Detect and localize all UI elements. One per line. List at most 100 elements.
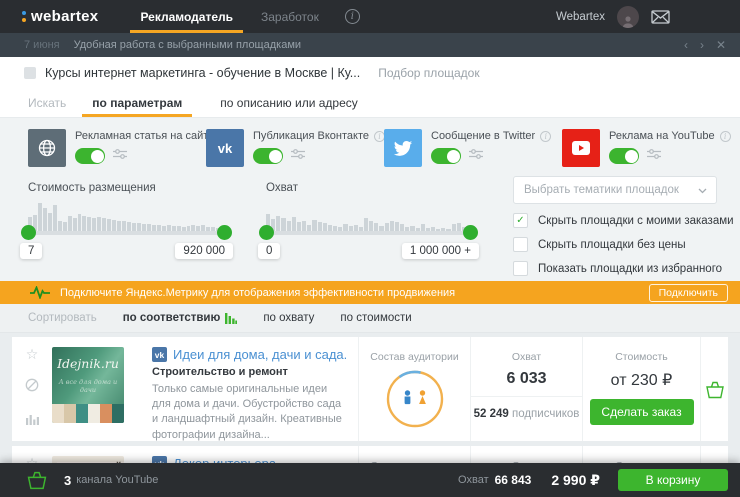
channel-site-label: Рекламная статья на сайте [75,130,214,142]
logo-text: webartex [31,8,98,25]
cart-total: 2 990 ₽ [551,472,600,489]
announcement-bar: 7 июня Удобная работа с выбранными площа… [0,33,740,57]
sort-by-price[interactable]: по стоимости [340,312,411,324]
listing-thumbnail[interactable]: Idejnik.ru А все для дома и дачи [52,337,140,441]
info-icon[interactable]: i [345,9,360,24]
price-max-value: 920 000 [175,243,233,259]
info-icon[interactable]: i [540,131,551,142]
chevron-down-icon [698,188,707,194]
checkbox-hide-my-orders[interactable]: ✓ Скрыть площадки с моими заказами [513,213,717,228]
male-icon [404,390,410,404]
logo-dots-icon [22,11,26,22]
reach-slider-max-handle[interactable] [463,225,478,240]
to-cart-button[interactable]: В корзину [618,469,728,491]
female-icon [419,390,426,404]
tab-by-parameters[interactable]: по параметрам [80,88,194,117]
filter-options-column: Выбрать тематики площадок ✓ Скрыть площа… [513,176,717,276]
price-value: от 230 ₽ [611,370,673,390]
webartex-app: webartex Рекламодатель Заработок i Webar… [0,0,740,497]
reach-filter: Охват 0 1 000 000 + [266,182,471,246]
filters-section: Рекламная статья на сайте i vk Публик [0,118,740,281]
channel-site-toggle[interactable] [75,148,105,164]
signal-bars-icon [225,312,237,324]
pulse-icon [30,286,50,299]
search-label: Искать [28,96,66,110]
vk-badge-icon: vk [152,347,167,362]
site-selection-link[interactable]: Подбор площадок [378,66,479,80]
listing-content: vk Идеи для дома, дачи и сада. Дек... Ст… [140,337,358,441]
block-icon[interactable] [25,378,39,396]
checkbox-show-favorites[interactable]: ✓ Показать площадки из избранного [513,261,717,276]
top-header: webartex Рекламодатель Заработок i Webar… [0,0,740,33]
close-announcement-icon[interactable]: ✕ [716,39,726,51]
listing-description: Только самые оригинальные идеи для дома … [152,382,346,443]
reach-max-value: 1 000 000 + [402,243,479,259]
announcement-text: Удобная работа с выбранными площадками [74,39,301,51]
checkbox-unchecked-icon: ✓ [513,237,528,252]
twitter-icon [384,129,422,167]
channel-youtube-toggle[interactable] [609,148,639,164]
price-histogram [28,201,225,231]
channel-twitter-label: Сообщение в Twitter [431,130,535,142]
card-actions-rail: ☆ [12,337,52,441]
themes-select[interactable]: Выбрать тематики площадок [513,176,717,204]
top-nav: Рекламодатель Заработок i [126,0,359,33]
cart-bar: 3 канала YouTube Охват 66 843 2 990 ₽ В … [0,463,740,497]
channel-vk-toggle[interactable] [253,148,283,164]
sort-by-relevance[interactable]: по соответствию [123,312,238,324]
price-slider-track[interactable] [28,231,225,235]
cart-reach-value: 66 843 [495,473,532,487]
info-icon[interactable]: i [720,131,731,142]
reach-slider-track[interactable] [266,231,471,235]
vk-icon: vk [206,129,244,167]
metrika-banner: Подключите Яндекс.Метрику для отображени… [0,281,740,304]
sort-by-reach[interactable]: по охвату [263,312,314,324]
basket-column [700,337,728,441]
reach-slider-min-handle[interactable] [259,225,274,240]
add-to-basket-icon[interactable] [705,380,725,399]
cart-basket-icon[interactable] [26,470,48,490]
channel-filters: Рекламная статья на сайте i vk Публик [0,118,740,167]
campaign-checkbox[interactable] [24,67,36,79]
channel-twitter-toggle[interactable] [431,148,461,164]
channel-youtube-label: Реклама на YouTube [609,130,715,142]
channel-youtube: Реклама на YouTube i [562,129,740,167]
place-order-button[interactable]: Сделать заказ [590,399,694,425]
avatar-icon[interactable] [617,6,639,28]
checkbox-hide-no-price[interactable]: ✓ Скрыть площадки без цены [513,237,717,252]
mail-icon[interactable] [651,10,670,24]
thumbnail-pillows [52,404,124,423]
channel-vk-label: Публикация Вконтакте [253,130,369,142]
cart-count-label: канала YouTube [76,474,158,486]
sort-label: Сортировать [28,312,97,324]
reach-filter-label: Охват [266,182,471,194]
next-announcement-icon[interactable]: › [700,39,704,51]
reach-histogram [266,201,471,231]
announcement-date: 7 июня [24,39,60,51]
price-slider-min-handle[interactable] [21,225,36,240]
channel-twitter-settings-icon[interactable] [469,147,483,165]
account-name[interactable]: Webartex [556,11,605,23]
favorite-star-icon[interactable]: ☆ [26,347,39,361]
listing-title[interactable]: Идеи для дома, дачи и сада. Дек... [173,347,346,362]
prev-announcement-icon[interactable]: ‹ [684,39,688,51]
channel-vk: vk Публикация Вконтакте i [206,129,384,167]
channel-vk-settings-icon[interactable] [291,147,305,165]
reach-value: 6 033 [506,370,546,388]
search-tabs-row: Искать по параметрам по описанию или адр… [0,88,740,118]
connect-metrika-button[interactable]: Подключить [649,284,728,302]
channel-youtube-settings-icon[interactable] [647,147,661,165]
checkbox-unchecked-icon: ✓ [513,261,528,276]
channel-site-settings-icon[interactable] [113,147,127,165]
price-filter: Стоимость размещения 7 920 000 [28,182,225,246]
tab-by-description[interactable]: по описанию или адресу [208,88,369,117]
youtube-icon [562,129,600,167]
nav-earnings[interactable]: Заработок [247,0,333,33]
listing-card: ☆ Idejnik.ru А все для дома и дачи [12,337,728,441]
price-slider-max-handle[interactable] [217,225,232,240]
stats-icon[interactable] [26,413,39,429]
webartex-logo[interactable]: webartex [22,8,98,25]
subscribers: 52 249 подписчиков [474,408,580,420]
header-account-area: Webartex [556,0,670,33]
nav-advertiser[interactable]: Рекламодатель [126,0,247,33]
